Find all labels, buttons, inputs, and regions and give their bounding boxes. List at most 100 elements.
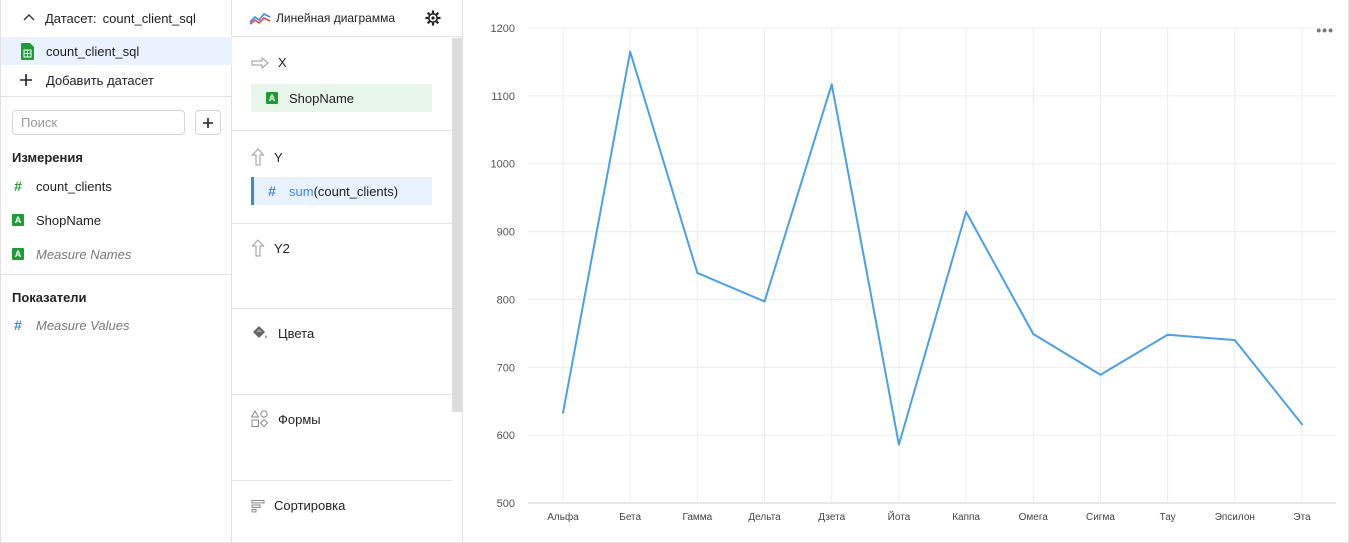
dimensions-title: Измерения [12,150,83,165]
section-colors-label: Цвета [278,325,315,341]
field-label: count_clients [36,178,112,194]
divider [232,308,452,309]
x-field-pill[interactable]: A ShopName [251,84,432,112]
section-y2-label: Y2 [274,240,290,256]
plus-icon [203,117,213,128]
x-tick-label: Сигма [1086,512,1115,523]
search-input[interactable] [12,110,185,135]
gear-icon[interactable] [425,10,441,26]
divider [1,274,232,275]
data-point [897,443,900,446]
field-item-shopname[interactable]: A ShopName [12,210,101,230]
field-item-measure-names[interactable]: A Measure Names [12,244,131,264]
add-dataset-label: Добавить датасет [46,72,154,88]
section-y-header: Y [251,148,283,166]
y-field-argument: (count_clients) [313,183,399,199]
dataset-header-label: Датасет: [45,10,97,26]
field-label: ShopName [36,212,102,228]
plus-icon [20,74,32,86]
number-field-icon: # [14,178,22,194]
x-tick-label: Дельта [748,512,781,523]
data-point [1301,423,1303,426]
add-dataset-button[interactable]: Добавить датасет [1,66,232,94]
data-point [696,271,699,274]
divider [232,130,452,131]
y-tick-label: 500 [497,498,515,510]
spreadsheet-icon [21,42,34,60]
arrow-up-icon [251,148,265,166]
number-field-icon: # [268,183,276,199]
y-tick-label: 900 [497,227,515,239]
divider [232,223,452,224]
chart-type-label: Линейная диаграмма [276,11,395,25]
dataset-header-name: count_client_sql [102,10,196,26]
x-field-label: ShopName [289,90,355,106]
more-horizontal-icon[interactable]: ••• [1316,22,1334,38]
arrow-up-icon [251,239,265,257]
data-point [562,411,564,414]
add-field-button[interactable] [195,110,221,135]
field-item-count-clients[interactable]: # count_clients [12,176,112,196]
data-point [763,300,766,303]
x-tick-label: Альфа [547,511,579,523]
y-tick-label: 1000 [491,159,515,171]
sort-icon [251,499,265,512]
divider [1,96,232,97]
data-point [830,83,833,86]
dataset-header[interactable]: Датасет: count_client_sql [1,0,232,36]
y-tick-label: 700 [497,362,515,374]
y-field-pill[interactable]: # sum(count_clients) [251,177,432,205]
data-point [965,210,968,213]
line-chart: 500 600 700 800 900 1000 1100 1200 Альфа Бета Гамм… [491,23,1336,523]
number-field-icon: # [14,317,22,333]
section-shapes-header: Формы [251,410,321,428]
chart-area: ••• 500 600 700 800 900 1000 1100 1200 Альфа Бета… [463,0,1349,543]
x-tick-label: Омега [1019,512,1049,523]
dataset-item-label: count_client_sql [46,43,140,59]
x-tick-label: Эта [1293,512,1311,523]
section-colors-header: Цвета [251,325,314,341]
scrollbar[interactable] [452,38,462,412]
section-shapes-label: Формы [278,411,321,427]
arrow-right-icon [251,56,269,69]
dataset-panel: Датасет: count_client_sql count_client_s… [0,0,232,543]
divider [232,394,452,395]
y-tick-label: 600 [497,430,515,442]
x-tick-label: Каппа [952,512,980,523]
visualization-panel: Линейная диаграмма X A ShopName Y # sum(… [232,0,463,543]
x-tick-label: Гамма [682,512,712,523]
paint-bucket-icon [253,326,267,339]
section-x-header: X [251,55,287,70]
x-tick-label: Эпсилон [1215,512,1255,523]
y-tick-label: 1200 [491,23,515,35]
data-point [1166,333,1169,336]
string-field-icon: A [12,214,24,226]
line-chart-icon [249,13,271,25]
x-tick-label: Бета [619,512,641,523]
section-sort-label: Сортировка [274,498,346,513]
field-label: Measure Values [36,317,130,333]
field-label: Measure Names [36,246,132,262]
y-tick-label: 1100 [491,91,515,103]
measures-title: Показатели [12,290,87,305]
shapes-icon [251,410,269,428]
data-point [1032,333,1035,336]
data-point [1099,373,1102,376]
divider [232,480,452,481]
y-tick-label: 800 [497,294,515,306]
section-sort-header: Сортировка [251,498,345,513]
y-field-function: sum [289,183,314,199]
x-tick-label: Тау [1160,512,1176,523]
series-line [562,50,1303,446]
x-tick-label: Дзета [818,512,845,523]
section-y2-header: Y2 [251,239,290,257]
string-field-icon: A [266,92,278,104]
x-tick-label: Йота [888,510,911,523]
section-x-label: X [278,55,287,70]
chevron-up-icon[interactable] [21,10,37,26]
field-item-measure-values[interactable]: # Measure Values [12,315,129,335]
dataset-item[interactable]: count_client_sql [1,37,232,65]
data-point [1233,339,1236,342]
section-y-label: Y [274,149,283,165]
string-field-icon: A [12,248,24,260]
